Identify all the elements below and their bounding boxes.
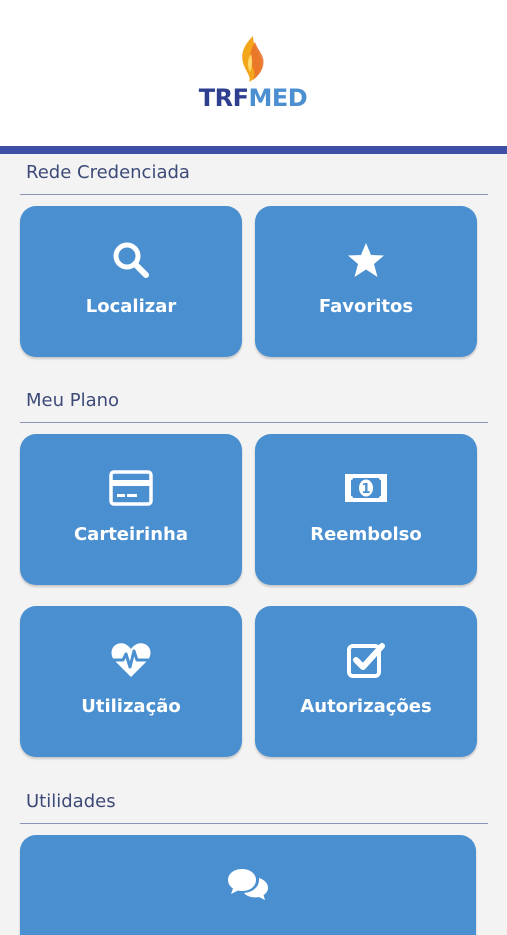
card-icon	[109, 466, 153, 510]
favoritos-button[interactable]: Favoritos	[255, 206, 477, 357]
section-title-rede-credenciada: Rede Credenciada	[26, 162, 190, 183]
utilizacao-button[interactable]: Utilização	[20, 606, 242, 757]
svg-text:1: 1	[361, 482, 370, 497]
section-divider	[20, 823, 488, 824]
trfmed-logo: TRFMED	[193, 28, 313, 118]
logo-text-med: MED	[248, 84, 308, 112]
checkbox-icon	[344, 638, 388, 682]
chat-button[interactable]	[20, 835, 476, 935]
header-divider-bar	[0, 146, 507, 154]
localizar-button[interactable]: Localizar	[20, 206, 242, 357]
carteirinha-button[interactable]: Carteirinha	[20, 434, 242, 585]
app-header: TRFMED	[0, 0, 507, 146]
autorizacoes-label: Autorizações	[300, 696, 432, 717]
heartbeat-icon	[109, 638, 153, 682]
reembolso-label: Reembolso	[310, 524, 422, 545]
localizar-label: Localizar	[85, 296, 177, 317]
favoritos-label: Favoritos	[318, 296, 414, 317]
chat-icon	[226, 863, 270, 907]
flame-logo-icon	[242, 36, 264, 82]
carteirinha-label: Carteirinha	[73, 524, 189, 545]
utilizacao-label: Utilização	[81, 696, 181, 717]
section-title-utilidades: Utilidades	[26, 791, 116, 812]
autorizacoes-button[interactable]: Autorizações	[255, 606, 477, 757]
money-icon: 1	[344, 466, 388, 510]
logo-wordmark: TRFMED	[193, 83, 313, 113]
logo-text-trf: TRF	[198, 84, 249, 112]
star-icon	[344, 238, 388, 282]
section-divider	[20, 422, 488, 423]
section-title-meu-plano: Meu Plano	[26, 390, 120, 411]
search-icon	[109, 238, 153, 282]
reembolso-button[interactable]: 1 Reembolso	[255, 434, 477, 585]
section-divider	[20, 194, 488, 195]
